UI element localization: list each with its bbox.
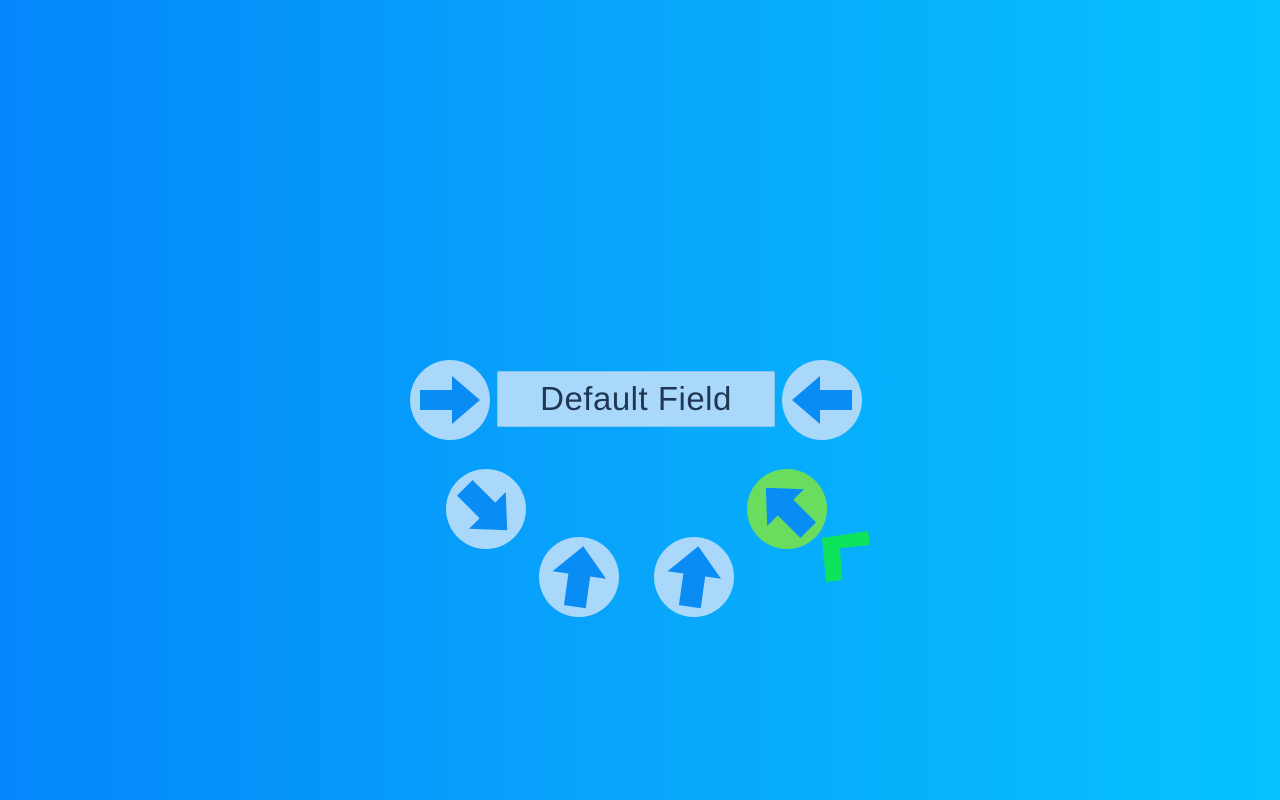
arrow-up-icon (667, 546, 722, 609)
arrow-right-icon (420, 376, 480, 424)
cursor-corner-icon (822, 531, 870, 582)
arrow-up-icon (552, 546, 607, 609)
game-stage: Default Field (0, 0, 1280, 800)
text-field-value: Default Field (540, 380, 732, 417)
arrow-left-icon (792, 376, 852, 424)
arrow-up-button-2[interactable] (654, 537, 734, 617)
arrow-left-button[interactable] (782, 360, 862, 440)
arrow-up-left-icon (765, 487, 816, 538)
default-text-field[interactable]: Default Field (497, 371, 775, 427)
arrow-up-button-1[interactable] (539, 537, 619, 617)
arrow-up-left-button[interactable] (747, 469, 827, 549)
arrow-down-right-icon (457, 480, 508, 531)
arrow-down-right-button[interactable] (446, 469, 526, 549)
arrow-right-button[interactable] (410, 360, 490, 440)
